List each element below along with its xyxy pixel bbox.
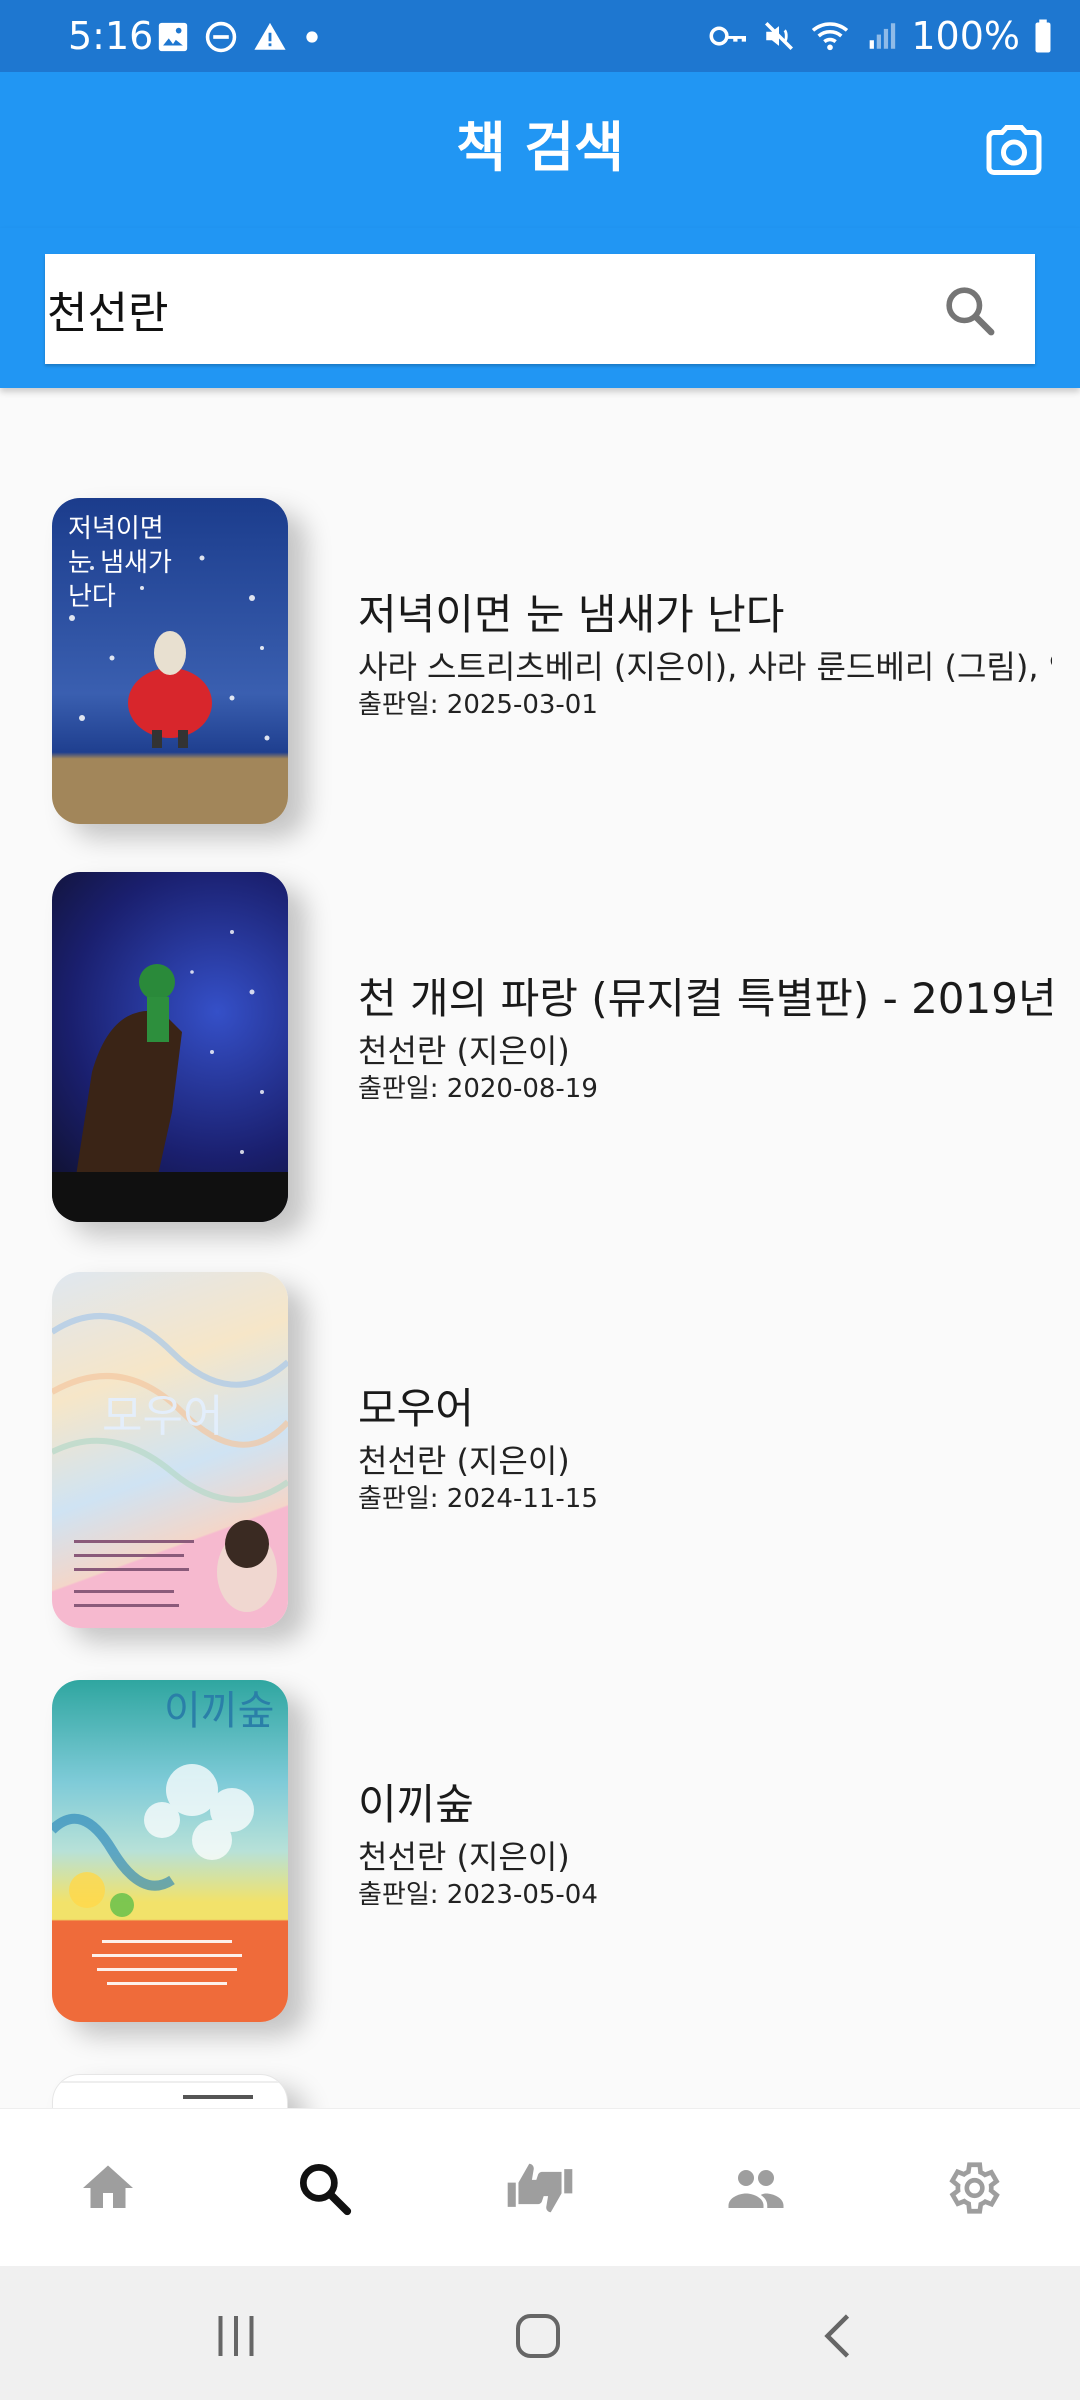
app-bar: 책 검색	[0, 72, 1080, 228]
book-title: 저녁이면 눈 냄새가 난다	[358, 590, 785, 639]
nav-settings[interactable]	[864, 2109, 1080, 2266]
page-title: 책 검색	[456, 116, 624, 179]
book-info: 저녁이면 눈 냄새가 난다 사라 스트리츠베리 (지은이), 사라 룬드베리 (…	[358, 588, 1052, 722]
cover-title: 저녁이면 눈 냄새가 난다	[68, 514, 172, 612]
book-date: 출판일: 2023-05-04	[358, 1880, 598, 1910]
book-info: 천 개의 파랑 (뮤지컬 특별판) - 2019년 천선란 (지은이) 출판일:…	[358, 972, 1052, 1106]
home-circle-icon	[516, 2314, 560, 2358]
book-info: 이끼숲 천선란 (지은이) 출판일: 2023-05-04	[358, 1778, 1052, 1912]
cover-title: 모우어	[102, 1391, 224, 1442]
book-author: 사라 스트리츠베리 (지은이), 사라 룬드베리 (그림), 안	[358, 648, 1052, 686]
status-time: 5:16	[68, 14, 154, 58]
cover-illustration	[52, 1313, 288, 1612]
back-icon	[824, 2314, 850, 2358]
book-author: 천선란 (지은이)	[358, 1032, 570, 1070]
list-item[interactable]: 이끼숲 이끼숲 천선란 (지은이) 출판일: 2023-05-04	[0, 1680, 1080, 2022]
book-date: 출판일: 2025-03-01	[358, 690, 598, 720]
search-button[interactable]	[941, 282, 997, 338]
book-date: 출판일: 2020-08-19	[358, 1074, 598, 1104]
search-box	[45, 254, 1035, 364]
status-left-icons	[156, 20, 322, 54]
list-item[interactable]: 저녁이면 눈 냄새가 난다 저녁이면 눈 냄새가 난다 사라 스트리츠베리 (지은이…	[0, 498, 1080, 824]
search-input[interactable]	[45, 254, 925, 364]
nav-search[interactable]	[216, 2109, 432, 2266]
recents-button[interactable]	[206, 2306, 266, 2366]
system-nav-bar	[0, 2266, 1080, 2400]
book-cover: 모우어	[52, 1272, 288, 1628]
nav-friends[interactable]	[648, 2109, 864, 2266]
book-title: 모우어	[358, 1384, 474, 1433]
list-item[interactable]: 천 개의 파랑 (뮤지컬 특별판) - 2019년 천선란 (지은이) 출판일:…	[0, 872, 1080, 1222]
signal-icon	[870, 23, 896, 49]
gear-icon	[949, 2161, 1000, 2214]
battery-text: 100%	[911, 14, 1020, 58]
book-title: 이끼숲	[358, 1780, 474, 1829]
gallery-icon	[158, 22, 188, 52]
status-bar: 5:16 100%	[0, 0, 1080, 72]
camera-icon	[986, 125, 1042, 175]
mute-icon	[765, 21, 794, 51]
back-button[interactable]	[810, 2306, 870, 2366]
book-info: 모우어 천선란 (지은이) 출판일: 2024-11-15	[358, 1382, 1052, 1516]
warning-icon	[254, 22, 286, 50]
book-author: 천선란 (지은이)	[358, 1838, 570, 1876]
home-button[interactable]	[508, 2306, 568, 2366]
cover-illustration	[53, 2081, 287, 2099]
people-icon	[728, 2169, 784, 2208]
bottom-nav	[0, 2108, 1080, 2266]
home-icon	[83, 2165, 133, 2208]
book-date: 출판일: 2024-11-15	[358, 1484, 598, 1514]
dnd-icon	[205, 21, 237, 53]
search-area	[0, 228, 1080, 388]
book-author: 천선란 (지은이)	[358, 1442, 570, 1480]
dot-icon	[306, 31, 318, 43]
search-icon	[299, 2163, 352, 2215]
wifi-icon	[812, 22, 849, 51]
key-icon	[709, 26, 747, 46]
nav-home[interactable]	[0, 2109, 216, 2266]
book-cover	[52, 2074, 288, 2108]
book-cover: 저녁이면 눈 냄새가 난다	[52, 498, 288, 824]
cover-title: 이끼숲	[164, 1688, 275, 1734]
camera-button[interactable]	[984, 120, 1044, 180]
battery-icon	[1035, 19, 1051, 53]
status-right: 100%	[709, 16, 1054, 56]
list-item[interactable]	[0, 2074, 1080, 2108]
search-icon	[946, 287, 995, 336]
thumbs-icon	[507, 2163, 573, 2212]
book-cover: 이끼숲	[52, 1680, 288, 2022]
list-item[interactable]: 모우어 모우어 천선란 (지은이) 출판일: 2024-11-15	[0, 1272, 1080, 1628]
cover-illustration	[52, 930, 288, 1222]
recents-icon	[218, 2316, 254, 2356]
book-title: 천 개의 파랑 (뮤지컬 특별판) - 2019년	[358, 974, 1052, 1023]
book-list: 저녁이면 눈 냄새가 난다 저녁이면 눈 냄새가 난다 사라 스트리츠베리 (지은이…	[0, 388, 1080, 2108]
nav-recommend[interactable]	[432, 2109, 648, 2266]
book-cover	[52, 872, 288, 1222]
